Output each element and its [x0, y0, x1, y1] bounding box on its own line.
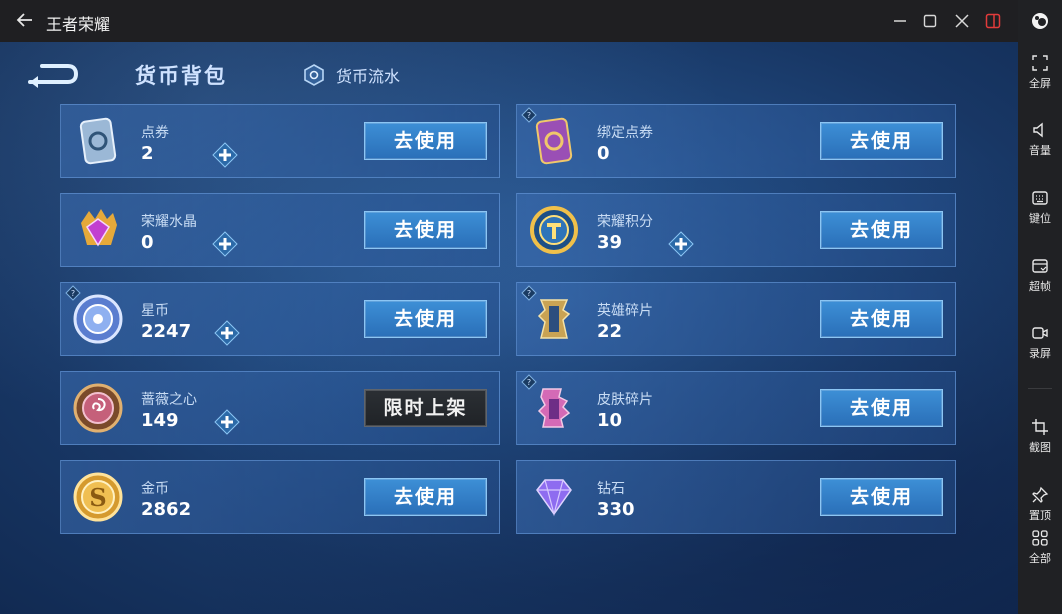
maximize-icon[interactable] — [920, 11, 940, 31]
game-viewport: 货币背包 货币流水 点券 2 去使用 ? 绑定点券 0 去使用 荣耀水晶 0 去… — [0, 42, 1018, 614]
sidebar-item-volume[interactable]: 音量 — [1018, 121, 1062, 158]
currency-card: 荣耀积分 39 去使用 — [516, 193, 956, 267]
star-coin-icon — [71, 292, 125, 346]
use-button[interactable]: 去使用 — [364, 122, 487, 160]
sidebar-divider — [1028, 388, 1052, 389]
currency-flow-label: 货币流水 — [336, 67, 401, 86]
use-button[interactable]: 去使用 — [820, 478, 943, 516]
currency-amount: 10 — [597, 410, 623, 431]
frame-boost-icon — [1032, 259, 1048, 273]
currency-name: 金币 — [141, 481, 169, 497]
use-button[interactable]: 去使用 — [364, 478, 487, 516]
sidebar-item-all[interactable]: 全部 — [1018, 529, 1062, 566]
window-title: 王者荣耀 — [46, 15, 111, 34]
use-button[interactable]: 去使用 — [820, 211, 943, 249]
sidebar-item-label: 全部 — [1029, 552, 1051, 565]
currency-name: 荣耀水晶 — [141, 214, 197, 230]
close-icon[interactable] — [952, 11, 972, 31]
currency-card: ? 皮肤碎片 10 去使用 — [516, 371, 956, 445]
pin-icon — [1032, 486, 1049, 503]
right-toolbar: 全屏 音量 键位 超帧 录屏 截图 置顶 全部 — [1018, 0, 1062, 614]
sidebar-item-record[interactable]: 录屏 — [1018, 324, 1062, 361]
add-icon[interactable] — [213, 408, 241, 436]
currency-card: ? 绑定点券 0 去使用 — [516, 104, 956, 178]
sidebar-item-frame-boost[interactable]: 超帧 — [1018, 257, 1062, 294]
use-button[interactable]: 去使用 — [820, 300, 943, 338]
currency-name: 钻石 — [597, 481, 625, 497]
volume-icon — [1033, 122, 1043, 138]
rose-heart-icon — [71, 381, 125, 435]
game-back-icon[interactable] — [24, 60, 80, 88]
use-button[interactable]: 去使用 — [820, 122, 943, 160]
currency-card: 钻石 330 去使用 — [516, 460, 956, 534]
back-arrow-icon[interactable] — [14, 9, 36, 31]
bound-coupon-icon — [527, 114, 581, 168]
crystal-icon — [71, 203, 125, 257]
svg-text:S: S — [89, 483, 106, 512]
currency-name: 荣耀积分 — [597, 214, 653, 230]
sidebar-item-keymap[interactable]: 键位 — [1018, 189, 1062, 226]
app-logo-icon — [1018, 10, 1062, 32]
diamond-icon — [527, 470, 581, 524]
sidebar-item-label: 键位 — [1029, 212, 1051, 225]
grid-icon — [1032, 530, 1048, 546]
currency-amount: 0 — [141, 232, 154, 253]
sidebar-item-label: 音量 — [1029, 144, 1051, 157]
currency-card: 荣耀水晶 0 去使用 — [60, 193, 500, 267]
page-title: 货币背包 — [135, 64, 227, 88]
sidebar-item-label: 置顶 — [1029, 509, 1051, 522]
currency-amount: 2862 — [141, 499, 192, 520]
currency-card: ? 星币 2247 去使用 — [60, 282, 500, 356]
currency-card: ? 英雄碎片 22 去使用 — [516, 282, 956, 356]
currency-amount: 39 — [597, 232, 623, 253]
keyboard-icon — [1032, 191, 1048, 205]
add-icon[interactable] — [667, 230, 695, 258]
fullscreen-icon — [1032, 55, 1048, 71]
currency-amount: 2 — [141, 143, 154, 164]
gold-coin-icon: S — [71, 470, 125, 524]
currency-card: 蔷薇之心 149 限时上架 — [60, 371, 500, 445]
use-button[interactable]: 去使用 — [364, 211, 487, 249]
use-button[interactable]: 去使用 — [364, 300, 487, 338]
limited-time-button[interactable]: 限时上架 — [364, 389, 487, 427]
title-bar: 王者荣耀 — [0, 0, 1018, 42]
currency-card: 点券 2 去使用 — [60, 104, 500, 178]
currency-flow-link[interactable]: 货币流水 — [302, 62, 400, 88]
add-icon[interactable] — [211, 141, 239, 169]
currency-amount: 149 — [141, 410, 179, 431]
record-icon — [1032, 327, 1048, 339]
currency-name: 蔷薇之心 — [141, 392, 197, 408]
currency-card: S 金币 2862 去使用 — [60, 460, 500, 534]
skin-fragment-icon — [527, 381, 581, 435]
sidebar-item-pin[interactable]: 置顶 — [1018, 486, 1062, 523]
currency-name: 英雄碎片 — [597, 303, 653, 319]
currency-name: 绑定点券 — [597, 125, 653, 141]
currency-amount: 330 — [597, 499, 635, 520]
points-icon — [527, 203, 581, 257]
minimize-icon[interactable] — [890, 11, 910, 31]
currency-amount: 22 — [597, 321, 623, 342]
sidebar-toggle-icon[interactable] — [983, 11, 1003, 31]
currency-flow-icon — [304, 64, 324, 86]
sidebar-item-label: 录屏 — [1029, 347, 1051, 360]
sidebar-item-label: 超帧 — [1029, 280, 1051, 293]
currency-amount: 2247 — [141, 321, 192, 342]
hero-fragment-icon — [527, 292, 581, 346]
currency-name: 皮肤碎片 — [597, 392, 653, 408]
currency-amount: 0 — [597, 143, 610, 164]
currency-name: 星币 — [141, 303, 169, 319]
sidebar-item-label: 全屏 — [1029, 77, 1051, 90]
sidebar-item-fullscreen[interactable]: 全屏 — [1018, 54, 1062, 91]
add-icon[interactable] — [211, 230, 239, 258]
crop-icon — [1032, 419, 1048, 435]
add-icon[interactable] — [213, 319, 241, 347]
sidebar-item-label: 截图 — [1029, 441, 1051, 454]
use-button[interactable]: 去使用 — [820, 389, 943, 427]
coupon-icon — [71, 114, 125, 168]
currency-name: 点券 — [141, 125, 169, 141]
sidebar-item-screenshot[interactable]: 截图 — [1018, 418, 1062, 455]
